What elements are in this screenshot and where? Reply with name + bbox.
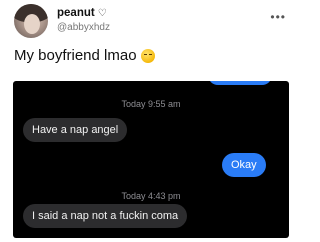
grin-sweat-emoji-icon [140,48,155,63]
incoming-message-bubble: Have a nap angel [23,118,128,142]
timestamp: Today 4:43 pm [121,191,181,201]
message-screenshot[interactable]: Today 9:55 am Have a nap angel Okay Toda… [13,81,289,238]
outgoing-message-bubble: Okay [222,153,266,177]
tweet-caption: My boyfriend lmao [14,47,155,64]
timestamp: Today 9:55 am [121,99,181,109]
avatar[interactable] [14,4,48,38]
user-handle[interactable]: @abbyxhdz [57,22,110,33]
caption-text: My boyfriend lmao [14,47,137,64]
avatar-face [24,14,40,34]
incoming-message-bubble: I said a nap not a fuckin coma [23,204,188,228]
display-name-text[interactable]: peanut [57,7,95,19]
heart-outline-icon: ♡ [97,7,107,19]
previous-outgoing-bubble [208,81,272,85]
more-dots-icon[interactable]: ••• [270,10,286,24]
display-name[interactable]: peanut ♡ [57,7,107,19]
